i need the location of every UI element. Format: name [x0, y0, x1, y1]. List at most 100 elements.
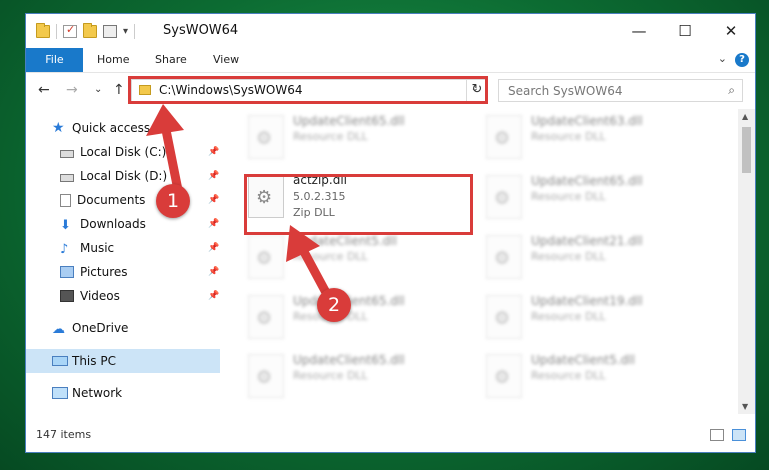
file-type: Resource DLL: [293, 369, 368, 382]
tab-view[interactable]: View: [213, 48, 239, 72]
file-name: UpdateClient5.dll: [531, 353, 635, 367]
disk-icon: [60, 149, 74, 158]
pin-icon[interactable]: 📌: [208, 171, 219, 181]
dll-file-icon: [248, 235, 284, 279]
star-icon: ★: [52, 120, 65, 136]
search-box[interactable]: Search SysWOW64 ⌕: [498, 79, 743, 102]
list-item[interactable]: UpdateClient5.dll Resource DLL: [246, 231, 466, 283]
pin-icon[interactable]: 📌: [208, 291, 219, 301]
pictures-icon: [60, 266, 74, 278]
file-name: UpdateClient19.dll: [531, 294, 643, 308]
scrollbar-thumb[interactable]: [742, 127, 751, 173]
toolbar-dropdown-icon[interactable]: ▾: [123, 26, 128, 37]
title-bar: ▾ SysWOW64 — ☐ ✕: [26, 14, 755, 48]
vertical-scrollbar[interactable]: ▲ ▼: [738, 109, 755, 414]
sidebar-item-label: Pictures: [80, 265, 128, 279]
recent-locations-button[interactable]: ⌄: [94, 84, 102, 95]
file-type: Resource DLL: [293, 130, 368, 143]
folder-icon: [36, 23, 50, 38]
window-title: SysWOW64: [163, 23, 239, 38]
sidebar-item-videos[interactable]: Videos: [60, 285, 120, 307]
dll-file-icon: [486, 235, 522, 279]
toolbar-divider: [134, 24, 136, 39]
expand-ribbon-icon[interactable]: ⌄: [718, 52, 727, 65]
status-bar: 147 items: [26, 424, 755, 452]
toolbar-divider: [56, 24, 57, 39]
sidebar-item-documents[interactable]: Documents: [60, 189, 145, 211]
file-name: UpdateClient5.dll: [293, 234, 397, 248]
sidebar-item-this-pc[interactable]: This PC: [52, 350, 116, 372]
file-name: UpdateClient63.dll: [531, 114, 643, 128]
minimize-button[interactable]: —: [616, 14, 662, 48]
back-button[interactable]: ←: [38, 82, 50, 98]
sidebar-item-label: OneDrive: [72, 321, 129, 335]
file-highlight: [244, 174, 473, 235]
file-list: UpdateClient65.dll Resource DLL actzip.d…: [224, 109, 739, 414]
sidebar-item-label: Documents: [77, 193, 146, 207]
sidebar-item-local-disk-d[interactable]: Local Disk (D:): [60, 165, 167, 187]
help-button[interactable]: ?: [735, 53, 749, 67]
ribbon: File Home Share View ⌄ ?: [26, 48, 755, 73]
computer-icon: [52, 356, 68, 366]
network-icon: [52, 387, 68, 399]
sidebar-item-label: Local Disk (D:): [80, 169, 168, 183]
up-button[interactable]: ↑: [113, 82, 125, 98]
pin-icon[interactable]: 📌: [208, 147, 219, 157]
sidebar-item-label: Network: [72, 386, 123, 400]
dll-file-icon: [486, 295, 522, 339]
tab-home[interactable]: Home: [97, 48, 129, 72]
sidebar-item-label: Downloads: [80, 217, 146, 231]
list-item[interactable]: UpdateClient65.dll Resource DLL: [246, 111, 466, 163]
sidebar-item-quick-access[interactable]: ★ Quick access: [52, 117, 150, 139]
properties-icon[interactable]: [63, 23, 77, 38]
search-input[interactable]: Search SysWOW64: [508, 84, 622, 98]
pin-icon[interactable]: 📌: [208, 195, 219, 205]
dll-file-icon: [486, 175, 522, 219]
search-icon[interactable]: ⌕: [728, 83, 735, 98]
tab-share[interactable]: Share: [155, 48, 187, 72]
file-type: Resource DLL: [293, 250, 368, 263]
maximize-button[interactable]: ☐: [662, 14, 708, 48]
sidebar-item-music[interactable]: ♪ Music: [60, 237, 114, 259]
scroll-up-icon[interactable]: ▲: [742, 112, 748, 121]
sidebar-item-label: Music: [80, 241, 115, 255]
file-type: Resource DLL: [531, 190, 606, 203]
dll-file-icon: [486, 115, 522, 159]
customize-toolbar-icon[interactable]: [103, 25, 117, 38]
list-item[interactable]: UpdateClient65.dll Resource DLL: [246, 350, 466, 402]
list-item[interactable]: UpdateClient65.dll Resource DLL: [246, 291, 466, 343]
list-item[interactable]: UpdateClient21.dll Resource DLL: [484, 231, 704, 283]
step-1-badge: 1: [156, 184, 190, 218]
step-2-badge: 2: [317, 288, 351, 322]
music-icon: ♪: [60, 242, 69, 257]
list-item[interactable]: UpdateClient5.dll Resource DLL: [484, 350, 704, 402]
file-name: UpdateClient65.dll: [531, 174, 643, 188]
forward-button[interactable]: →: [66, 82, 78, 98]
file-name: UpdateClient65.dll: [293, 353, 405, 367]
tab-file[interactable]: File: [26, 48, 83, 72]
address-bar-highlight: [128, 76, 488, 104]
pin-icon[interactable]: 📌: [208, 219, 219, 229]
cloud-icon: ☁: [52, 322, 65, 337]
sidebar-item-downloads[interactable]: ⬇ Downloads: [60, 213, 146, 235]
pin-icon[interactable]: 📌: [208, 267, 219, 277]
large-icons-view-icon[interactable]: [732, 429, 746, 441]
pin-icon[interactable]: 📌: [208, 243, 219, 253]
sidebar-item-network[interactable]: Network: [52, 382, 122, 404]
disk-icon: [60, 173, 74, 182]
navigation-pane: ★ Quick access Local Disk (C:) 📌 Local D…: [26, 109, 222, 414]
list-item[interactable]: UpdateClient19.dll Resource DLL: [484, 291, 704, 343]
file-type: Resource DLL: [531, 250, 606, 263]
list-item[interactable]: UpdateClient65.dll Resource DLL: [484, 171, 704, 223]
sidebar-item-pictures[interactable]: Pictures: [60, 261, 128, 283]
list-item[interactable]: UpdateClient63.dll Resource DLL: [484, 111, 704, 163]
download-icon: ⬇: [60, 218, 71, 233]
new-folder-icon[interactable]: [83, 23, 97, 38]
sidebar-item-local-disk-c[interactable]: Local Disk (C:): [60, 141, 166, 163]
close-button[interactable]: ✕: [708, 14, 754, 48]
sidebar-item-label: Local Disk (C:): [80, 145, 167, 159]
details-view-icon[interactable]: [710, 429, 724, 441]
sidebar-item-onedrive[interactable]: ☁ OneDrive: [52, 317, 128, 339]
scroll-down-icon[interactable]: ▼: [742, 402, 748, 411]
file-name: UpdateClient65.dll: [293, 114, 405, 128]
